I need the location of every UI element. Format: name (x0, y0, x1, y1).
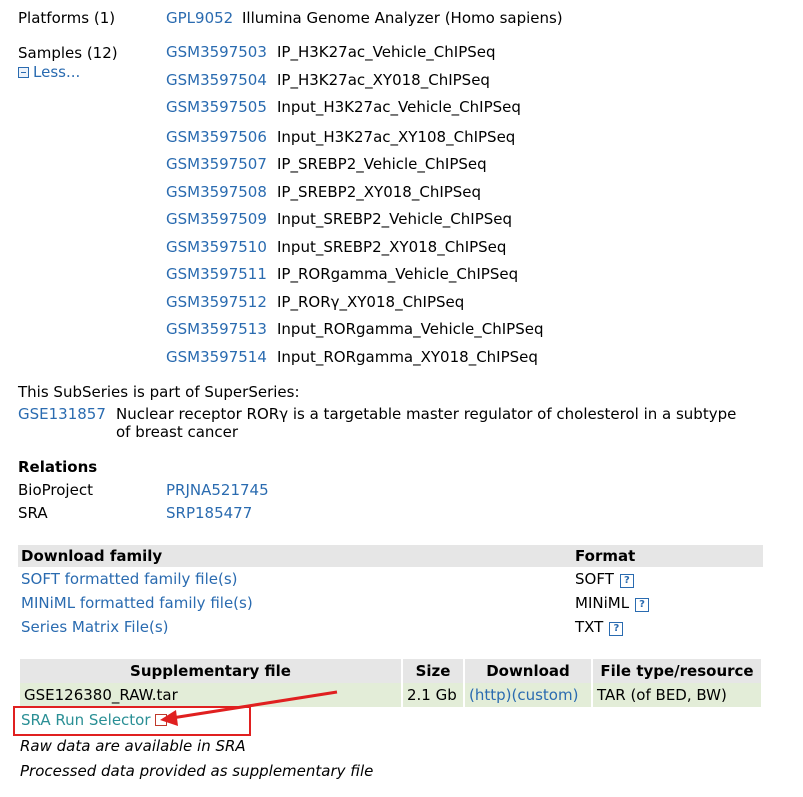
sample-title: IP_RORγ_XY018_ChIPSeq (277, 293, 465, 311)
format-value: TXT (575, 618, 604, 636)
supplementary-table: Supplementary file Size Download File ty… (18, 659, 763, 707)
superseries-title-line2: of breast cancer (116, 423, 239, 441)
size-header: Size (403, 659, 463, 683)
supplementary-file-name: GSE126380_RAW.tar (20, 683, 401, 707)
sra-link[interactable]: SRP185477 (166, 504, 252, 522)
bioproject-link[interactable]: PRJNA521745 (166, 481, 269, 499)
table-row: Series Matrix File(s) TXT? (18, 615, 763, 639)
platform-title: Illumina Genome Analyzer (Homo sapiens) (242, 9, 563, 27)
less-label: Less... (33, 63, 81, 81)
format-header: Format (572, 545, 763, 567)
table-row: MINiML formatted family file(s) MINiML? (18, 591, 763, 615)
sample-title: IP_RORgamma_Vehicle_ChIPSeq (277, 265, 519, 283)
sample-link[interactable]: GSM3597506 (166, 128, 267, 146)
sra-run-selector-link[interactable]: SRA Run Selector (21, 711, 151, 729)
help-icon[interactable] (154, 714, 167, 726)
bioproject-label: BioProject (18, 481, 93, 499)
download-family-table: Download family Format SOFT formatted fa… (18, 545, 763, 639)
file-type-header: File type/resource (593, 659, 761, 683)
sample-title: Input_RORgamma_XY018_ChIPSeq (277, 348, 538, 366)
superseries-accession-link[interactable]: GSE131857 (18, 405, 106, 423)
sample-title: Input_H3K27ac_XY108_ChIPSeq (277, 128, 516, 146)
sample-link[interactable]: GSM3597507 (166, 155, 267, 173)
table-row: GSE126380_RAW.tar 2.1 Gb (http)(custom) … (20, 683, 761, 707)
sample-title: IP_SREBP2_XY018_ChIPSeq (277, 183, 482, 201)
sample-title: Input_H3K27ac_Vehicle_ChIPSeq (277, 98, 521, 116)
collapse-icon (18, 66, 29, 78)
download-header: Download (465, 659, 591, 683)
series-matrix-link[interactable]: Series Matrix File(s) (21, 618, 169, 636)
samples-label: Samples (12) (18, 44, 118, 62)
custom-download-link[interactable]: (custom) (512, 686, 579, 704)
help-icon[interactable]: ? (635, 598, 650, 612)
platform-accession-link[interactable]: GPL9052 (166, 9, 233, 27)
sra-run-selector-row: SRA Run Selector (21, 711, 167, 729)
supplementary-file-header: Supplementary file (20, 659, 401, 683)
file-size: 2.1 Gb (403, 683, 463, 707)
superseries-title-line1: Nuclear receptor RORγ is a targetable ma… (116, 405, 737, 423)
sample-link[interactable]: GSM3597513 (166, 320, 267, 338)
miniml-file-link[interactable]: MINiML formatted family file(s) (21, 594, 253, 612)
processed-data-note: Processed data provided as supplementary… (20, 762, 374, 780)
sample-link[interactable]: GSM3597503 (166, 43, 267, 61)
sample-title: IP_H3K27ac_Vehicle_ChIPSeq (277, 43, 496, 61)
file-type: TAR (of BED, BW) (593, 683, 761, 707)
sample-title: Input_SREBP2_Vehicle_ChIPSeq (277, 210, 513, 228)
raw-data-note: Raw data are available in SRA (20, 737, 246, 755)
relations-heading: Relations (18, 458, 98, 476)
format-value: SOFT (575, 570, 614, 588)
sample-link[interactable]: GSM3597504 (166, 71, 267, 89)
download-family-header: Download family (18, 545, 572, 567)
sample-link[interactable]: GSM3597512 (166, 293, 267, 311)
sample-title: IP_SREBP2_Vehicle_ChIPSeq (277, 155, 487, 173)
sample-title: Input_SREBP2_XY018_ChIPSeq (277, 238, 507, 256)
sample-title: Input_RORgamma_Vehicle_ChIPSeq (277, 320, 544, 338)
sample-link[interactable]: GSM3597514 (166, 348, 267, 366)
format-value: MINiML (575, 594, 630, 612)
help-icon[interactable]: ? (609, 622, 624, 636)
superseries-intro: This SubSeries is part of SuperSeries: (18, 383, 300, 401)
soft-file-link[interactable]: SOFT formatted family file(s) (21, 570, 238, 588)
sra-label: SRA (18, 504, 48, 522)
help-icon[interactable]: ? (619, 574, 634, 588)
less-toggle[interactable]: Less... (18, 63, 80, 81)
sample-link[interactable]: GSM3597508 (166, 183, 267, 201)
platforms-label: Platforms (1) (18, 9, 116, 27)
sample-link[interactable]: GSM3597510 (166, 238, 267, 256)
table-row: SOFT formatted family file(s) SOFT? (18, 567, 763, 591)
sample-link[interactable]: GSM3597509 (166, 210, 267, 228)
sample-link[interactable]: GSM3597505 (166, 98, 267, 116)
sample-title: IP_H3K27ac_XY018_ChIPSeq (277, 71, 490, 89)
sample-link[interactable]: GSM3597511 (166, 265, 267, 283)
http-download-link[interactable]: (http) (469, 686, 512, 704)
